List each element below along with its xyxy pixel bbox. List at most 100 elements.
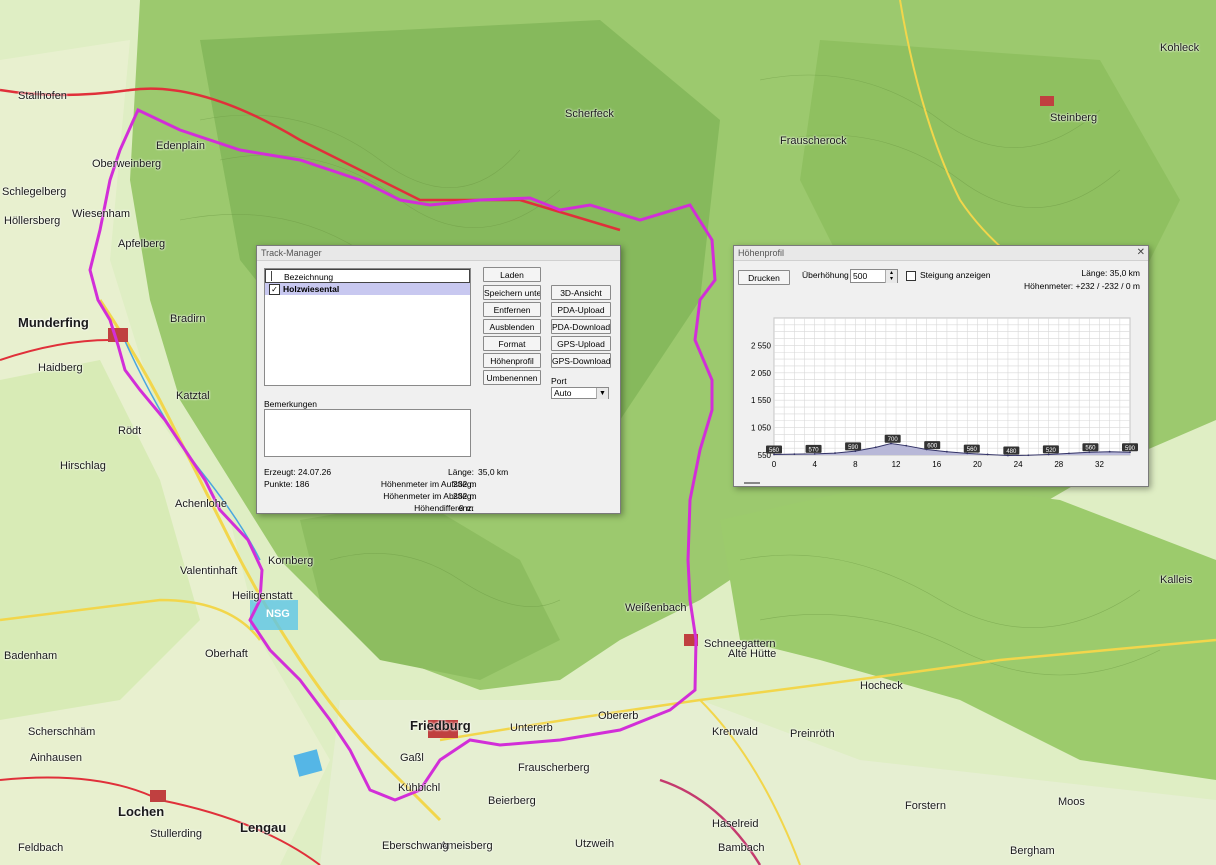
slope-checkbox[interactable] bbox=[906, 271, 916, 281]
map-label-krenwald: Krenwald bbox=[712, 726, 758, 738]
remarks-label: Bemerkungen bbox=[264, 399, 317, 409]
map-label-steinberg: Steinberg bbox=[1050, 112, 1098, 124]
elevation-annotation: 480 bbox=[1006, 449, 1017, 455]
profile-length: Länge: 35,0 km bbox=[1081, 268, 1140, 278]
map-label-friedburg: Friedburg bbox=[410, 718, 471, 733]
profile-window[interactable]: Höhenprofil ✕ Drucken Überhöhung 500 ▴ ▾ … bbox=[733, 245, 1149, 487]
x-tick-label: 8 bbox=[853, 460, 858, 469]
x-tick-label: 16 bbox=[932, 460, 941, 469]
track-list[interactable]: Bezeichnung ✓ Holzwiesental bbox=[264, 268, 471, 386]
elevation-annotation: 600 bbox=[927, 444, 938, 450]
elevation-chart[interactable]: 5501 0501 5502 0502 5500 4 8 12 16 20 24 28 3256… bbox=[734, 306, 1148, 481]
spinner-arrows-icon[interactable]: ▴ ▾ bbox=[885, 270, 897, 283]
elevation-annotation: 520 bbox=[1046, 448, 1057, 454]
format-button[interactable]: Format bbox=[483, 336, 541, 351]
track-manager-window[interactable]: Track-Manager Bezeichnung ✓ Holzwiesenta… bbox=[256, 245, 621, 514]
x-tick-label: 20 bbox=[973, 460, 982, 469]
port-select-value: Auto bbox=[554, 388, 572, 398]
y-tick-label: 1 050 bbox=[751, 424, 772, 433]
gps-upload-button[interactable]: GPS-Upload bbox=[551, 336, 611, 351]
map-label-moos: Moos bbox=[1058, 796, 1085, 808]
x-tick-label: 24 bbox=[1014, 460, 1023, 469]
map-label-hocheck: Hocheck bbox=[860, 680, 903, 692]
track-list-header-label: Bezeichnung bbox=[284, 272, 334, 282]
hoehenprofil-button[interactable]: Höhenprofil bbox=[483, 353, 541, 368]
map-label-edenplain: Edenplain bbox=[156, 140, 205, 152]
exaggeration-spinner[interactable]: 500 ▴ ▾ bbox=[850, 269, 898, 283]
elevation-annotation: 590 bbox=[848, 445, 859, 451]
map-label-ainhausen: Ainhausen bbox=[30, 752, 82, 764]
map-label-forstern: Forstern bbox=[905, 800, 946, 812]
map-label-alte-hutte: Alte Hütte bbox=[728, 648, 777, 660]
exaggeration-value: 500 bbox=[853, 271, 868, 281]
x-tick-label: 12 bbox=[892, 460, 901, 469]
y-tick-label: 1 550 bbox=[751, 396, 772, 405]
elevation-annotation: 560 bbox=[769, 448, 780, 454]
y-tick-label: 2 550 bbox=[751, 341, 772, 350]
ausblenden-button[interactable]: Ausblenden bbox=[483, 319, 541, 334]
umbenennen-button[interactable]: Umbenennen bbox=[483, 370, 541, 385]
elevation-point bbox=[834, 452, 836, 454]
map-label-feldbach: Feldbach bbox=[18, 842, 64, 854]
gps-download-button[interactable]: GPS-Download bbox=[551, 353, 611, 368]
length-value: 35,0 km bbox=[478, 467, 509, 477]
map-label-scherschham: Scherschhäm bbox=[28, 726, 96, 738]
elevation-annotation: 570 bbox=[809, 447, 820, 453]
elevation-point bbox=[874, 446, 877, 449]
descent-value: 232 m bbox=[453, 491, 477, 501]
map-label-badenham: Badenham bbox=[4, 650, 58, 662]
close-icon[interactable]: ✕ bbox=[1137, 247, 1145, 259]
map-label-heiligenstatt: Heiligenstatt bbox=[232, 590, 293, 602]
diff-value: 0 m bbox=[459, 503, 474, 513]
track-row[interactable]: ✓ Holzwiesental bbox=[265, 283, 470, 295]
points-label: Punkte: 186 bbox=[264, 479, 310, 489]
entfernen-button[interactable]: Entfernen bbox=[483, 302, 541, 317]
created-label: Erzeugt: 24.07.26 bbox=[264, 467, 332, 477]
map-label-lochen: Lochen bbox=[118, 804, 165, 819]
laden-button[interactable]: Laden bbox=[483, 267, 541, 282]
elevation-annotation: 560 bbox=[1085, 446, 1096, 452]
map-label-preinroth: Preinröth bbox=[790, 728, 835, 740]
3d-view-button[interactable]: 3D-Ansicht bbox=[551, 285, 611, 300]
elevation-annotation: 560 bbox=[967, 447, 978, 453]
elevation-point bbox=[1068, 452, 1070, 455]
track-list-header[interactable]: Bezeichnung bbox=[265, 269, 470, 283]
profile-title: Höhenprofil bbox=[734, 246, 1148, 261]
y-tick-label: 2 050 bbox=[751, 369, 772, 378]
speichern-button[interactable]: Speichern unter bbox=[483, 285, 541, 300]
x-tick-label: 4 bbox=[812, 460, 817, 469]
map-label-munderfing: Munderfing bbox=[18, 315, 89, 330]
port-select[interactable]: Auto ▼ bbox=[551, 387, 609, 399]
port-label: Port bbox=[551, 376, 567, 386]
map-label-nsg: NSG bbox=[266, 608, 290, 620]
elevation-point bbox=[1027, 454, 1030, 457]
map-label-valentinhaft: Valentinhaft bbox=[180, 565, 238, 577]
map-label-schlegelberg: Schlegelberg bbox=[2, 186, 67, 198]
map-label-weissenbach: Weißenbach bbox=[625, 602, 687, 614]
map-label-wiesenham: Wiesenham bbox=[72, 208, 131, 220]
remarks-textarea[interactable] bbox=[264, 409, 471, 457]
resize-grip[interactable] bbox=[744, 482, 760, 484]
map-label-kohleck: Kohleck bbox=[1160, 42, 1200, 54]
track-manager-title: Track-Manager bbox=[257, 246, 620, 261]
track-row-name: Holzwiesental bbox=[283, 284, 340, 294]
length-label: Länge: bbox=[448, 467, 474, 477]
print-button[interactable]: Drucken bbox=[738, 270, 790, 285]
pda-upload-button[interactable]: PDA-Upload bbox=[551, 302, 611, 317]
x-tick-label: 0 bbox=[772, 460, 777, 469]
map-label-utzweih: Utzweih bbox=[575, 838, 615, 850]
map-label-frauscherock: Frauscherock bbox=[780, 135, 847, 147]
elevation-annotation: 590 bbox=[1125, 446, 1136, 452]
map-label-rodt: Rödt bbox=[118, 425, 142, 437]
track-visible-checkbox[interactable]: ✓ bbox=[269, 284, 280, 295]
map-label-achenlohe: Achenlohe bbox=[175, 498, 227, 510]
map-label-hollersberg: Höllersberg bbox=[4, 215, 61, 227]
map-label-stullerding: Stullerding bbox=[150, 828, 202, 840]
map-label-gassl: Gaßl bbox=[400, 752, 424, 764]
chevron-down-icon[interactable]: ▼ bbox=[596, 388, 608, 399]
elevation-point bbox=[793, 453, 796, 456]
map-label-scherfeck: Scherfeck bbox=[565, 108, 614, 120]
map-label-apfelberg: Apfelberg bbox=[118, 238, 166, 250]
elevation-point bbox=[1108, 450, 1111, 453]
pda-download-button[interactable]: PDA-Download bbox=[551, 319, 611, 334]
